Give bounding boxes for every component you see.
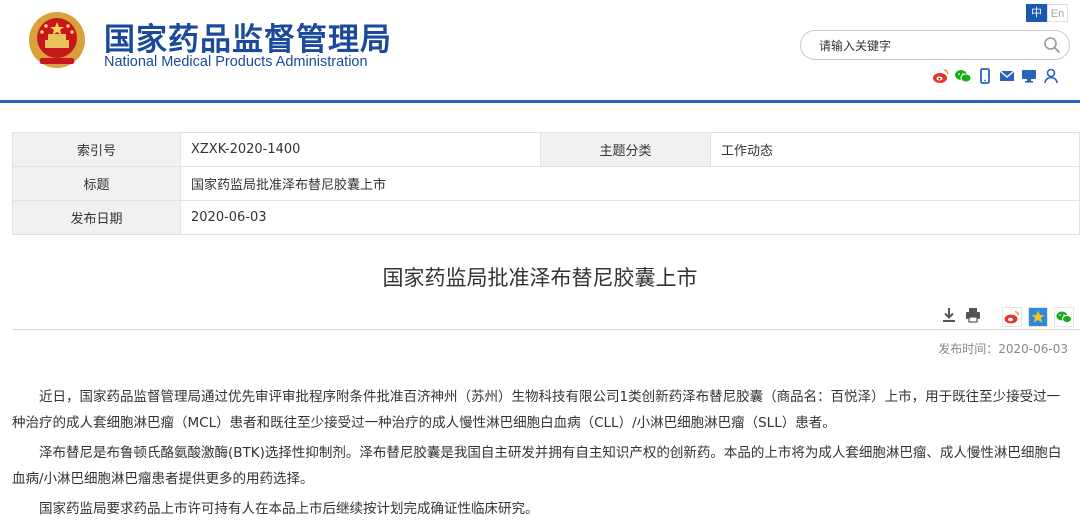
date-value: 2020-06-03 (180, 200, 1080, 235)
mail-icon[interactable] (998, 67, 1016, 85)
user-icon[interactable] (1042, 67, 1060, 85)
site-header: 国家药品监督管理局 National Medical Products Admi… (0, 0, 1080, 100)
article-paragraph: 国家药监局要求药品上市许可持有人在本品上市后继续按计划完成确证性临床研究。 (39, 501, 539, 517)
mobile-icon[interactable] (976, 67, 994, 85)
monitor-icon[interactable] (1020, 67, 1038, 85)
article-paragraph: 泽布替尼是布鲁顿氏酪氨酸激酶(BTK)选择性抑制剂。泽布替尼胶囊是我国自主研发并… (12, 445, 1062, 487)
lang-zh-button[interactable]: 中 (1026, 4, 1047, 22)
table-row: 索引号 XZXK-2020-1400 主题分类 工作动态 (12, 132, 1080, 167)
article-body: 近日，国家药品监督管理局通过优先审评审批程序附条件批准百济神州（苏州）生物科技有… (12, 384, 1066, 526)
weibo-icon[interactable] (932, 67, 950, 85)
article-title: 国家药监局批准泽布替尼胶囊上市 (382, 266, 698, 290)
weibo-share-icon[interactable] (1002, 307, 1022, 327)
qzone-share-icon[interactable] (1028, 307, 1048, 327)
title-value: 国家药监局批准泽布替尼胶囊上市 (180, 166, 1080, 201)
wechat-share-icon[interactable] (1054, 307, 1074, 327)
date-label: 发布日期 (12, 200, 181, 235)
site-title[interactable]: 国家药品监督管理局 (104, 14, 392, 59)
title-label: 标题 (12, 166, 181, 201)
site-subtitle-en: National Medical Products Administration (104, 54, 368, 70)
national-emblem-icon (29, 12, 85, 68)
language-switch: 中 En (1026, 4, 1068, 22)
category-value: 工作动态 (710, 132, 1080, 167)
index-label: 索引号 (12, 132, 181, 167)
publish-time: 发布时间：2020-06-03 (938, 342, 1068, 356)
table-row: 发布日期 2020-06-03 (12, 200, 1080, 235)
article-divider (12, 329, 1080, 330)
search-box (800, 30, 1070, 60)
download-icon[interactable] (940, 306, 958, 328)
article-paragraph: 近日，国家药品监督管理局通过优先审评审批程序附条件批准百济神州（苏州）生物科技有… (12, 389, 1061, 431)
category-label: 主题分类 (540, 132, 711, 167)
table-row: 标题 国家药监局批准泽布替尼胶囊上市 (12, 166, 1080, 201)
index-value: XZXK-2020-1400 (180, 132, 541, 167)
article-info-table: 索引号 XZXK-2020-1400 主题分类 工作动态 标题 国家药监局批准泽… (12, 132, 1080, 235)
header-divider (0, 100, 1080, 103)
wechat-icon[interactable] (954, 67, 972, 85)
social-links (932, 67, 1060, 85)
print-icon[interactable] (964, 306, 982, 328)
search-icon[interactable] (1043, 36, 1061, 54)
lang-en-button[interactable]: En (1047, 4, 1068, 22)
search-input[interactable] (817, 35, 1041, 57)
article-tools (940, 306, 1074, 328)
